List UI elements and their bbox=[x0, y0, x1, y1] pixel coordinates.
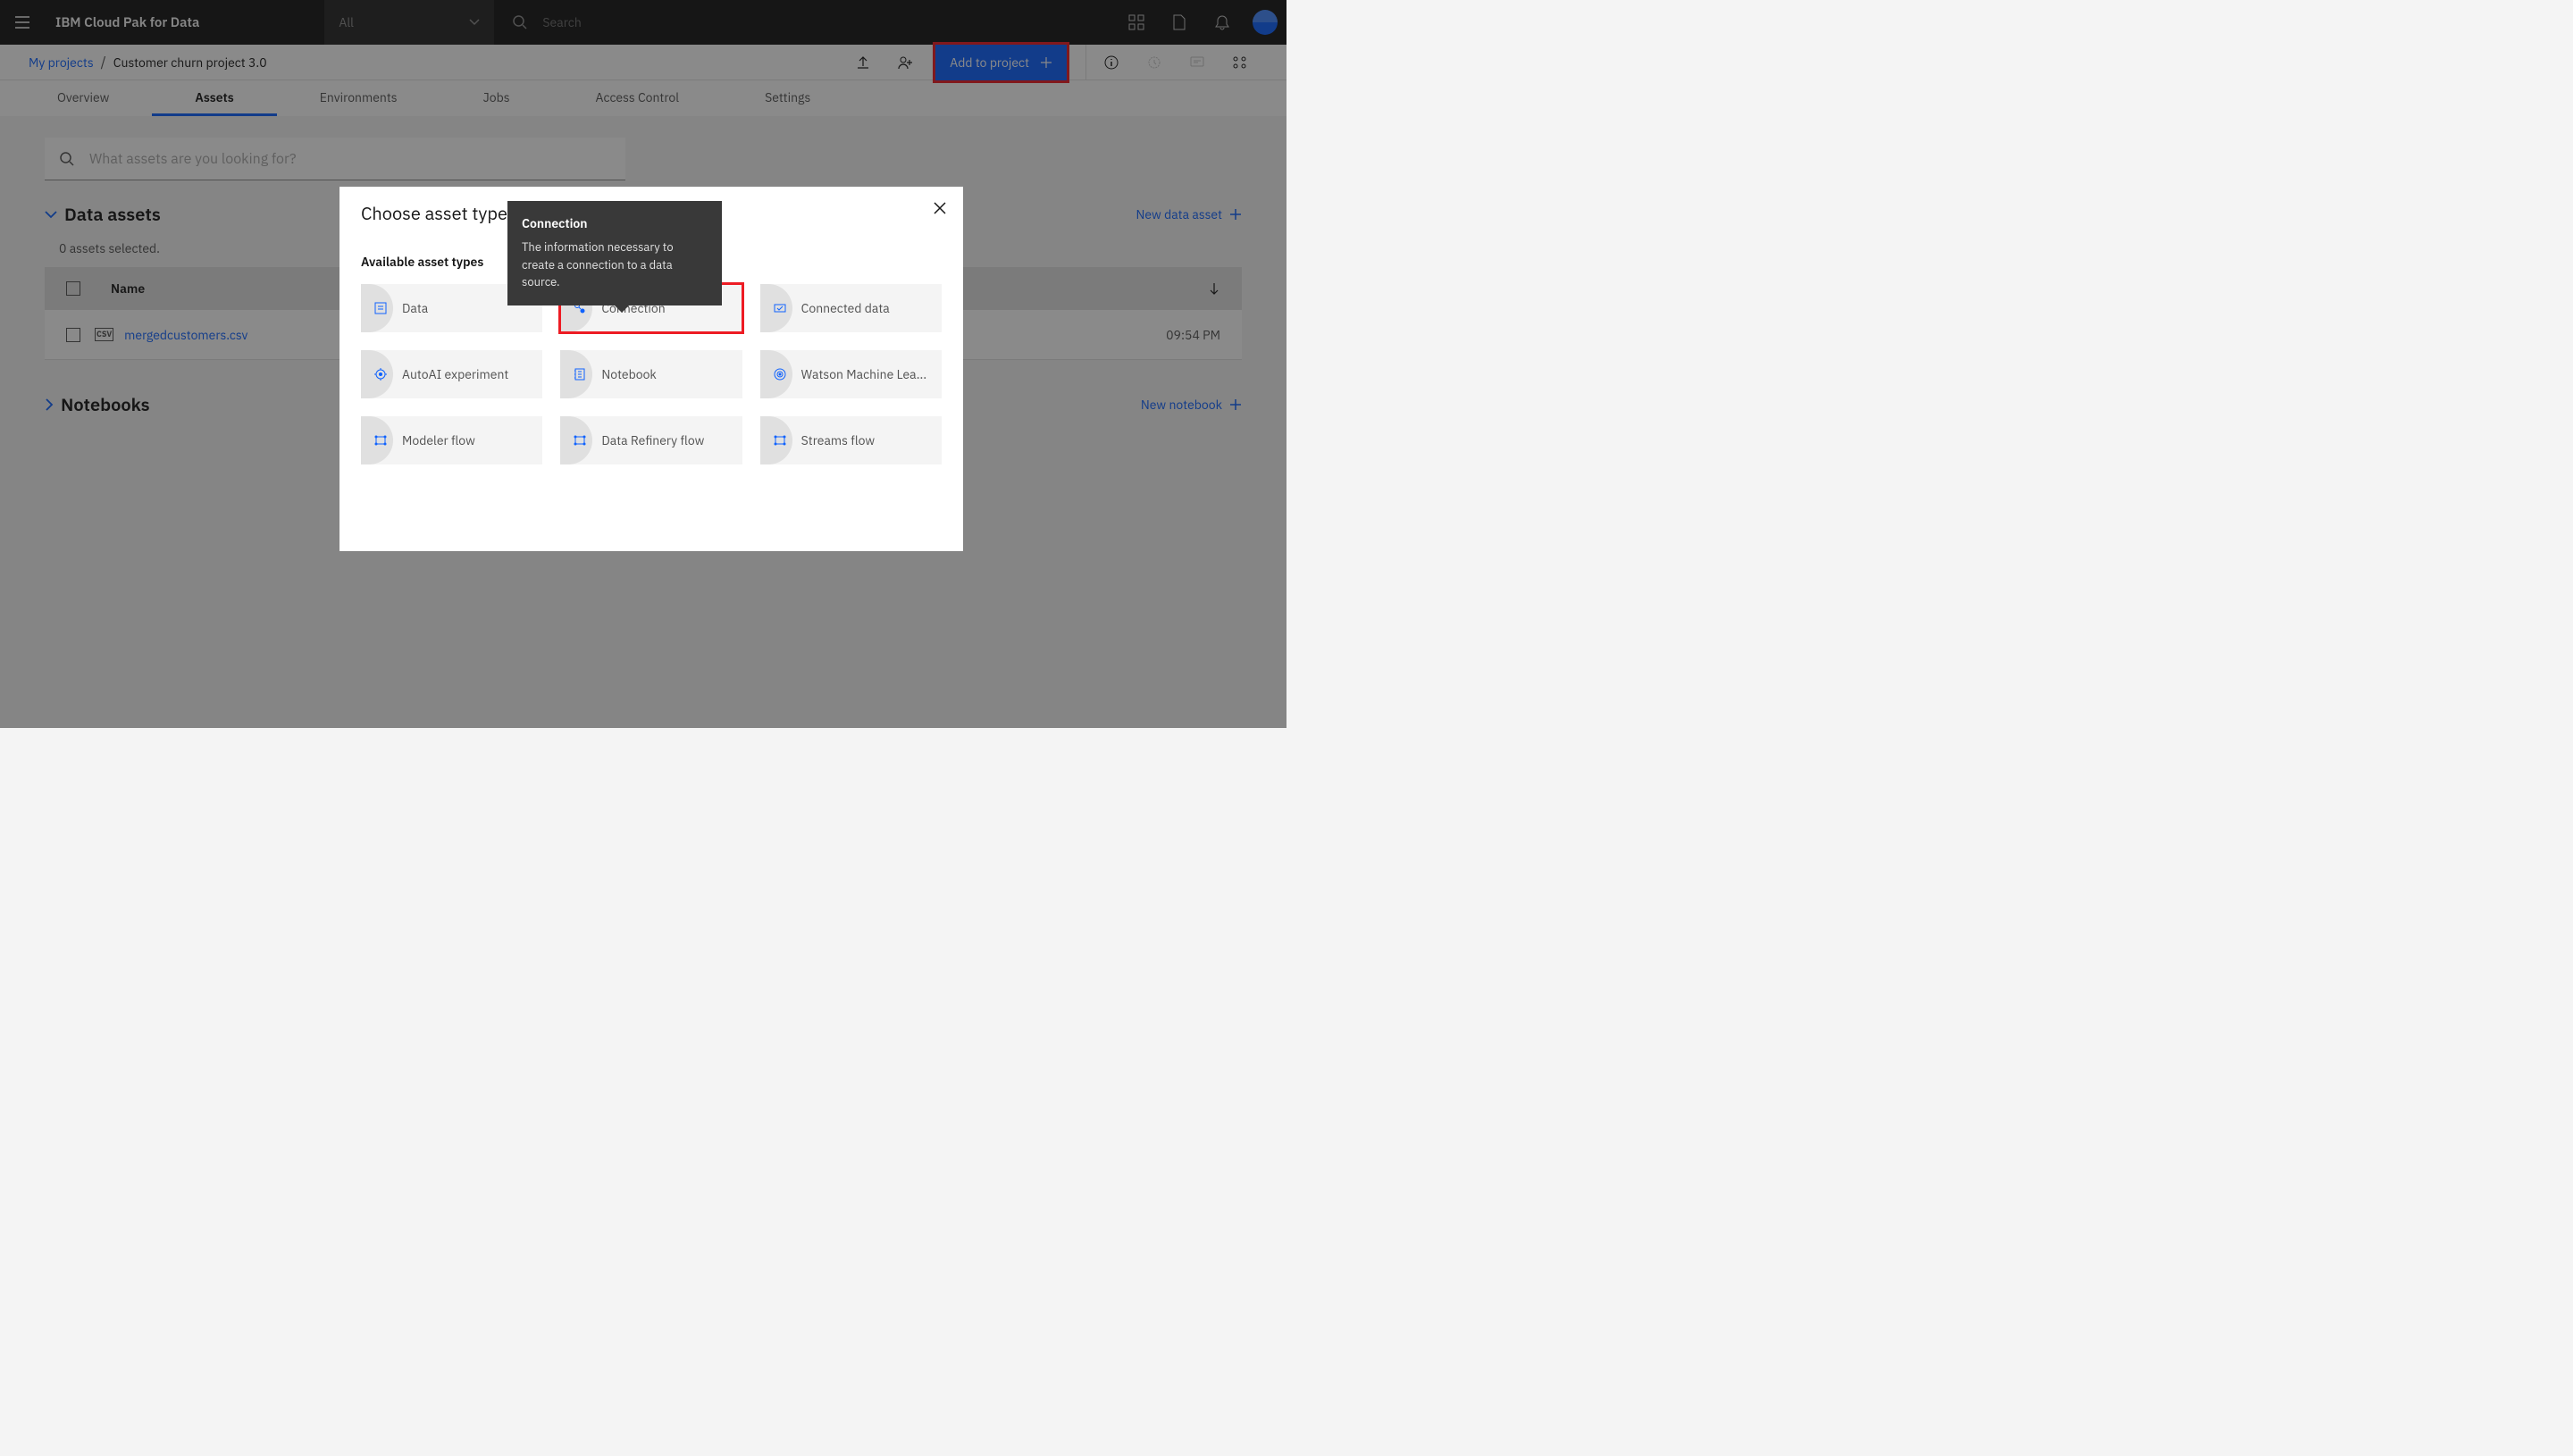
tooltip-title: Connection bbox=[522, 215, 708, 231]
tooltip-body: The information necessary to create a co… bbox=[522, 238, 708, 291]
flow-icon bbox=[373, 433, 388, 448]
data-icon bbox=[373, 301, 388, 315]
close-button[interactable] bbox=[933, 201, 947, 215]
asset-tile-connected-data[interactable]: Connected data bbox=[760, 284, 942, 332]
connected-data-icon bbox=[773, 301, 787, 315]
notebook-icon bbox=[573, 367, 587, 381]
wml-icon bbox=[773, 367, 787, 381]
autoai-icon bbox=[373, 367, 388, 381]
asset-tile-notebook[interactable]: Notebook bbox=[560, 350, 742, 398]
flow-icon bbox=[573, 433, 587, 448]
asset-type-grid: Data Connection Connected data AutoAI ex… bbox=[361, 284, 942, 464]
close-icon bbox=[933, 201, 947, 215]
asset-tile-streams-flow[interactable]: Streams flow bbox=[760, 416, 942, 464]
asset-tile-wml[interactable]: Watson Machine Lea... bbox=[760, 350, 942, 398]
connection-tooltip: Connection The information necessary to … bbox=[507, 201, 722, 305]
asset-tile-autoai[interactable]: AutoAI experiment bbox=[361, 350, 542, 398]
flow-icon bbox=[773, 433, 787, 448]
asset-tile-modeler-flow[interactable]: Modeler flow bbox=[361, 416, 542, 464]
asset-tile-data-refinery[interactable]: Data Refinery flow bbox=[560, 416, 742, 464]
